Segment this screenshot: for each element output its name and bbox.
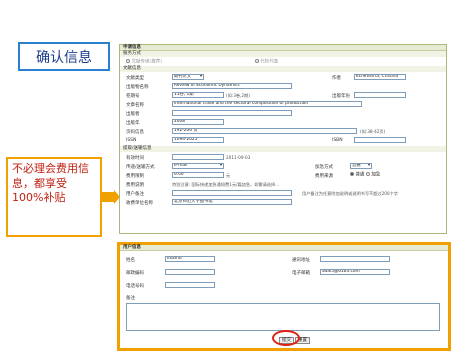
article-title-field[interactable]: International trade and the sectoral com… xyxy=(172,101,362,107)
name-field[interactable]: Ilxamu xyxy=(165,256,215,262)
user-note-label: 用户备注 xyxy=(126,192,144,197)
author-field[interactable]: Echevarria, Cristina xyxy=(354,74,406,80)
issn-label: ISSN xyxy=(126,138,137,143)
service-option-search-radio[interactable] xyxy=(254,59,259,63)
publisher-field[interactable] xyxy=(172,110,292,116)
fee-source-urgent: 加急 xyxy=(371,172,381,178)
volume-label: 卷期号 xyxy=(126,94,140,99)
volume-field[interactable]: 11卷, 1期 xyxy=(172,92,224,98)
request-info-panel: 申请信息 服务方式 文献传递(推荐) 代检代查 文献信息 文献类型 期刊论文 作… xyxy=(119,44,447,234)
callout-note-text: 不必理会费用信息，都享受100%补贴 xyxy=(12,162,89,204)
service-option-delivery-radio[interactable] xyxy=(126,59,130,63)
max-fee-label: 费用限制 xyxy=(126,174,144,179)
pubyear-label: 出版年份 xyxy=(332,94,350,99)
callout-arrow-icon xyxy=(100,190,120,204)
deadline-label: 有效时间 xyxy=(126,156,144,161)
remark-label: 备注 xyxy=(126,296,135,301)
max-fee-field[interactable]: 6.00 xyxy=(172,172,224,178)
journal-label: 出版物名称 xyxy=(126,85,149,90)
pages-hint: (如:38-42页) xyxy=(360,129,386,134)
address-field[interactable] xyxy=(320,256,390,262)
slide-title-text: 确认信息 xyxy=(36,49,92,66)
user-note-field[interactable] xyxy=(172,190,292,196)
cost-label: 费用说明 xyxy=(126,183,144,188)
phone-field[interactable] xyxy=(165,282,215,288)
name-label: 姓名 xyxy=(126,258,135,263)
delivery-section: 提取/送输信息 xyxy=(120,146,446,152)
doc-type-label: 文献类型 xyxy=(126,76,144,81)
remark-textarea[interactable] xyxy=(126,303,440,331)
method-label: 传递/送输方式 xyxy=(126,165,155,170)
deadline-field[interactable] xyxy=(172,154,224,160)
author-label: 作者 xyxy=(332,76,341,81)
method-select[interactable]: e-mail xyxy=(172,163,224,169)
pub-year-label: 出版年 xyxy=(126,121,140,126)
issn-field[interactable]: 1094-2025 xyxy=(172,137,224,143)
deadline-value: 2011-09-03 xyxy=(226,155,251,160)
service-section: 服务方式 xyxy=(120,51,446,57)
isbn-label: ISBN xyxy=(332,138,343,143)
fee-source-label: 费用来源 xyxy=(315,174,333,179)
submit-highlight-circle xyxy=(272,330,300,346)
pages-field[interactable]: 192-206 页 xyxy=(172,128,357,134)
email-label: 电子邮箱 xyxy=(292,271,310,276)
urgent-label: 加急方式 xyxy=(315,165,333,170)
fee-source-normal-radio[interactable] xyxy=(350,172,354,176)
phone-label: 电话号码 xyxy=(126,284,144,289)
address-label: 通讯地址 xyxy=(292,258,310,263)
isbn-field[interactable] xyxy=(354,137,406,143)
email-field[interactable]: adai5@6163.com xyxy=(320,269,390,275)
publisher-label: 出版者 xyxy=(126,112,140,117)
urgent-select[interactable]: 普通 xyxy=(350,163,372,169)
user-note-hint: 用户备注为任意附加说明或说明书写不超过200个字 xyxy=(302,191,398,196)
fee-source-normal: 普通 xyxy=(355,172,365,178)
doc-section: 文献信息 xyxy=(120,66,446,72)
user-info-header: 用户信息 xyxy=(120,245,448,251)
zip-label: 邮政编码 xyxy=(126,271,144,276)
article-title-label: 文章名称 xyxy=(126,103,144,108)
doc-type-select[interactable]: 期刊论文 xyxy=(172,74,204,80)
service-option-delivery: 文献传递(推荐) xyxy=(131,59,162,65)
journal-field[interactable]: Review of Economic Dynamics xyxy=(172,83,292,89)
service-option-search: 代检代查 xyxy=(260,59,279,65)
pages-label: 页码信息 xyxy=(126,130,144,135)
zip-field[interactable] xyxy=(165,269,215,275)
org-label: 收费单位名称 xyxy=(126,201,153,206)
max-fee-unit: 元 xyxy=(226,173,231,178)
callout-note: 不必理会费用信息，都享受100%补贴 xyxy=(6,157,102,237)
org-field[interactable]: 北京师范大学图书馆 xyxy=(172,199,292,205)
volume-hint: (如:3卷,2期) xyxy=(226,93,250,98)
fee-source-urgent-radio[interactable] xyxy=(365,172,370,176)
pub-year-field[interactable]: 2008 xyxy=(172,119,224,125)
cost-note: 特别注意: 国际快递加急通知费1元/篇加急，如需请选择... xyxy=(172,182,280,187)
pubyear-field[interactable] xyxy=(354,92,406,98)
slide-title: 确认信息 xyxy=(18,42,110,71)
